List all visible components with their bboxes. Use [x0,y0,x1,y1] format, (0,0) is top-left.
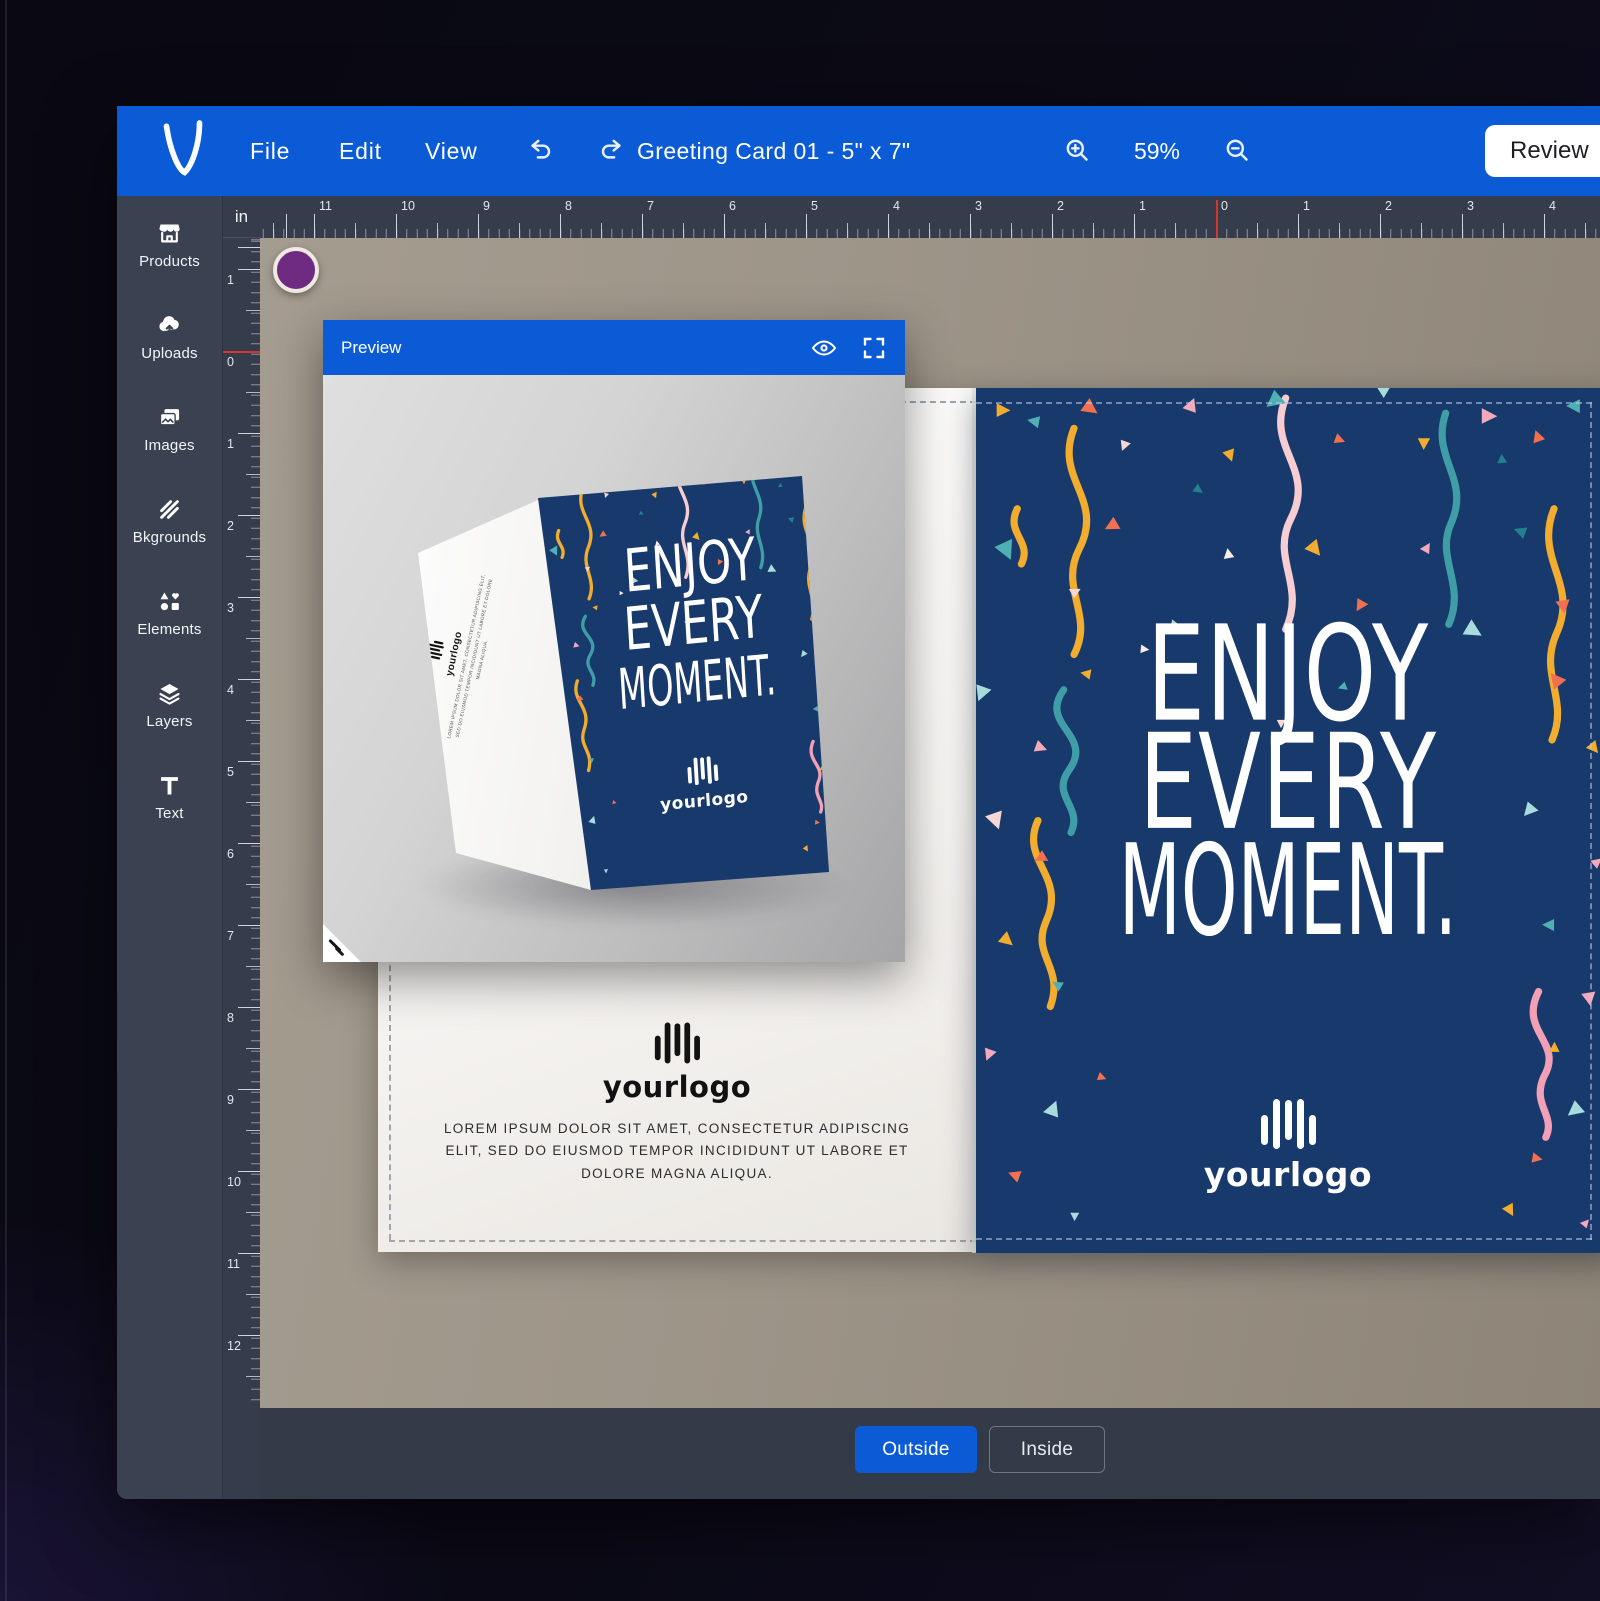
bottom-bar: Outside Inside [260,1408,1600,1499]
back-page-content: yourlogo LOREM IPSUM DOLOR SIT AMET, CON… [378,1018,976,1185]
backgrounds-icon [156,496,183,523]
undo-icon[interactable] [525,135,557,167]
ruler-label: 10 [401,199,415,213]
title-line: MOMENT. [1063,825,1512,966]
trim-line [976,1238,1592,1240]
ruler-label: 12 [227,1339,241,1353]
design-canvas: yourlogo LOREM IPSUM DOLOR SIT AMET, CON… [260,238,1600,1408]
ruler-label: 4 [1549,199,1556,213]
ruler-label: 1 [1303,199,1310,213]
horizontal-ruler-ticks: 111098765432101234 [260,196,1600,238]
sidebar-item-uploads[interactable]: Uploads [117,312,222,404]
eye-icon[interactable] [811,335,837,361]
back-body-text: LOREM IPSUM DOLOR SIT AMET, CONSECTETUR … [437,1118,917,1185]
horizontal-ruler: 111098765432101234 [260,196,1600,238]
ruler-zero-marker [1216,200,1218,238]
sidebar-item-elements[interactable]: Elements [117,588,222,680]
front-logo-text: yourlogo [976,1155,1600,1194]
preview-popup-body: yourlogo LOREM IPSUM DOLOR SIT AMET, CON… [323,375,905,962]
card-front-page[interactable]: ENJOY EVERY MOMENT. yourlogo [976,388,1600,1253]
redo-icon[interactable] [595,135,627,167]
yourlogo-bars-icon [432,1023,922,1064]
ruler-label: 5 [811,199,818,213]
sidebar-item-layers[interactable]: Layers [117,680,222,772]
back-logo-text: yourlogo [378,1070,976,1104]
preview-back-content: yourlogo LOREM IPSUM DOLOR SIT AMET, CON… [413,563,504,746]
ruler-label: 8 [565,199,572,213]
ruler-label: 4 [893,199,900,213]
ruler-label: 4 [227,683,234,697]
zoom-level: 59% [1117,106,1197,196]
zoom-in-icon[interactable] [1062,135,1094,167]
color-swatch-dot[interactable] [273,247,319,293]
ruler-label: 10 [227,1175,241,1189]
ruler-label: 3 [227,601,234,615]
sidebar-item-label: Text [155,805,183,822]
front-title: ENJOY EVERY MOMENT. [976,626,1600,952]
ruler-label: 2 [1385,199,1392,213]
ruler-label: 1 [227,437,234,451]
menu-edit[interactable]: Edit [339,106,382,196]
layers-icon [156,680,183,707]
sidebar-item-images[interactable]: Images [117,404,222,496]
ruler-label: 1 [227,273,234,287]
ruler-label: 5 [227,765,234,779]
preview-popup-header[interactable]: Preview [323,320,905,375]
sidebar-item-label: Elements [137,621,201,638]
ruler-label: 1 [1139,199,1146,213]
brand-v-logo[interactable] [153,118,213,184]
ruler-label: 3 [1467,199,1474,213]
ruler-unit-label: in [223,196,260,238]
design-editor-window: File Edit View Greeting Card 01 - 5" x 7… [117,106,1600,1499]
ruler-label: 9 [483,199,490,213]
trim-line [976,402,1592,404]
ruler-label: 2 [227,519,234,533]
outside-toggle-button[interactable]: Outside [855,1426,977,1473]
ruler-label: 6 [729,199,736,213]
sidebar-item-label: Bkgrounds [133,529,207,546]
fullscreen-icon[interactable] [861,335,887,361]
ruler-label: 6 [227,847,234,861]
sidebar-item-label: Products [139,253,200,270]
ruler-label: 7 [227,929,234,943]
ruler-label: 0 [1221,199,1228,213]
resize-handle[interactable] [323,924,361,962]
preview-popup: Preview [323,320,905,962]
yourlogo-bars-icon [976,1093,1600,1149]
zoom-out-icon[interactable] [1222,135,1254,167]
sidebar-item-text[interactable]: Text [117,772,222,864]
ruler-label: 8 [227,1011,234,1025]
images-icon [156,404,183,431]
topbar: File Edit View Greeting Card 01 - 5" x 7… [117,106,1600,196]
sidebar-item-label: Images [144,437,194,454]
sidebar-item-bkgrounds[interactable]: Bkgrounds [117,496,222,588]
trim-line [389,1240,976,1242]
sidebar-item-products[interactable]: Products [117,220,222,312]
sidebar-item-label: Uploads [141,345,197,362]
vertical-ruler-ticks: 10123456789101112 [223,238,260,1408]
ruler-zero-marker [223,351,260,353]
preview-title: Preview [341,338,787,358]
ruler-label: 9 [227,1093,234,1107]
ruler-label: 3 [975,199,982,213]
review-button[interactable]: Review [1485,125,1600,177]
shapes-icon [156,588,183,615]
ruler-label: 2 [1057,199,1064,213]
cloud-upload-icon [156,312,183,339]
storefront-icon [156,220,183,247]
screen-edge-highlight [5,0,7,1601]
tools-sidebar: Products Uploads Images [117,196,222,1499]
inside-toggle-button[interactable]: Inside [989,1426,1105,1473]
ruler-label: 7 [647,199,654,213]
front-logo: yourlogo [976,1093,1600,1194]
document-title: Greeting Card 01 - 5" x 7" [637,106,910,196]
ruler-label: 0 [227,355,234,369]
text-icon [156,772,183,799]
ruler-label: 11 [227,1257,240,1271]
menu-view[interactable]: View [425,106,478,196]
sidebar-item-label: Layers [146,713,192,730]
ruler-label: 11 [319,199,332,213]
menu-file[interactable]: File [250,106,290,196]
vertical-ruler: in 10123456789101112 [222,196,260,1499]
